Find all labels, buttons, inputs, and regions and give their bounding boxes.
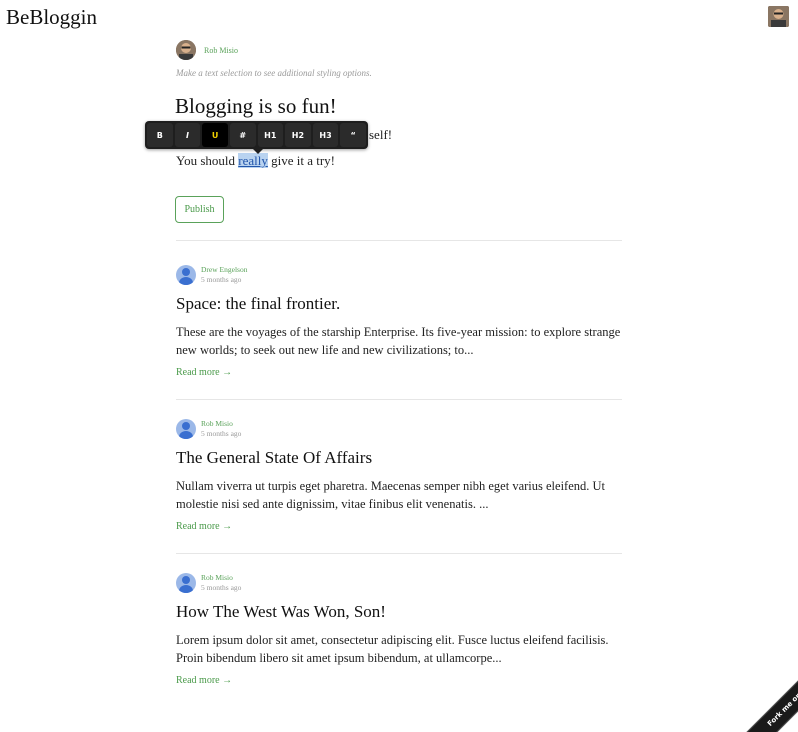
post-title[interactable]: Space: the final frontier. bbox=[176, 294, 622, 314]
default-avatar-icon bbox=[176, 573, 196, 593]
read-more-link[interactable]: Read more → bbox=[176, 521, 622, 532]
post-meta: Rob Misio 5 months ago bbox=[176, 418, 622, 440]
publish-button[interactable]: Publish bbox=[175, 196, 224, 223]
post-item: Rob Misio 5 months ago How The West Was … bbox=[176, 572, 622, 686]
post-meta: Drew Engelson 5 months ago bbox=[176, 264, 622, 286]
h3-button[interactable]: H3 bbox=[312, 123, 339, 147]
post-item: Drew Engelson 5 months ago Space: the fi… bbox=[176, 264, 622, 378]
post-excerpt: Lorem ipsum dolor sit amet, consectetur … bbox=[176, 633, 609, 665]
user-photo-icon bbox=[768, 6, 789, 27]
post-author[interactable]: Rob Misio bbox=[201, 419, 241, 429]
editor-hint: Make a text selection to see additional … bbox=[176, 68, 372, 78]
post-time: 5 months ago bbox=[201, 429, 242, 438]
editor-text[interactable]: You should bbox=[176, 153, 238, 168]
divider bbox=[176, 553, 622, 554]
app-logo[interactable]: BeBloggin bbox=[6, 5, 97, 30]
github-ribbon-label[interactable]: Fork me on GitHub bbox=[734, 642, 798, 732]
author-name[interactable]: Rob Misio bbox=[204, 46, 238, 55]
post-meta: Rob Misio 5 months ago bbox=[176, 572, 622, 594]
formatting-toolbar: B I U # H1 H2 H3 “ bbox=[145, 121, 368, 154]
text-selection[interactable]: really bbox=[238, 153, 268, 168]
post-excerpt: These are the voyages of the starship En… bbox=[176, 325, 621, 357]
editor-body-line1[interactable]: self! bbox=[369, 127, 392, 143]
underline-button[interactable]: U bbox=[202, 123, 228, 147]
post-time: 5 months ago bbox=[201, 583, 242, 592]
post-author[interactable]: Rob Misio bbox=[201, 573, 241, 583]
read-more-link[interactable]: Read more → bbox=[176, 675, 622, 686]
post-title[interactable]: The General State Of Affairs bbox=[176, 448, 622, 468]
h1-button[interactable]: H1 bbox=[257, 123, 284, 147]
read-more-link[interactable]: Read more → bbox=[176, 367, 622, 378]
default-avatar-icon bbox=[176, 265, 196, 285]
post-author[interactable]: Drew Engelson bbox=[201, 265, 247, 275]
post-title[interactable]: How The West Was Won, Son! bbox=[176, 602, 622, 622]
editor-text[interactable]: give it a try! bbox=[268, 153, 335, 168]
author-photo-icon bbox=[176, 40, 196, 60]
post-time: 5 months ago bbox=[201, 275, 242, 284]
author-avatar bbox=[176, 40, 196, 60]
github-ribbon[interactable]: Fork me on GitHub bbox=[708, 642, 798, 732]
default-avatar-icon bbox=[176, 419, 196, 439]
user-avatar[interactable] bbox=[768, 6, 789, 27]
editor-author: Rob Misio bbox=[176, 40, 238, 60]
editor-title[interactable]: Blogging is so fun! bbox=[175, 94, 337, 119]
post-excerpt: Nullam viverra ut turpis eget pharetra. … bbox=[176, 479, 606, 511]
italic-button[interactable]: I bbox=[174, 123, 201, 147]
link-button[interactable]: # bbox=[229, 123, 256, 147]
post-item: Rob Misio 5 months ago The General State… bbox=[176, 418, 622, 532]
editor-body-line2[interactable]: You should really give it a try! bbox=[176, 153, 335, 169]
divider bbox=[176, 240, 622, 241]
quote-button[interactable]: “ bbox=[340, 123, 366, 147]
bold-button[interactable]: B bbox=[147, 123, 173, 147]
divider bbox=[176, 399, 622, 400]
h2-button[interactable]: H2 bbox=[285, 123, 311, 147]
